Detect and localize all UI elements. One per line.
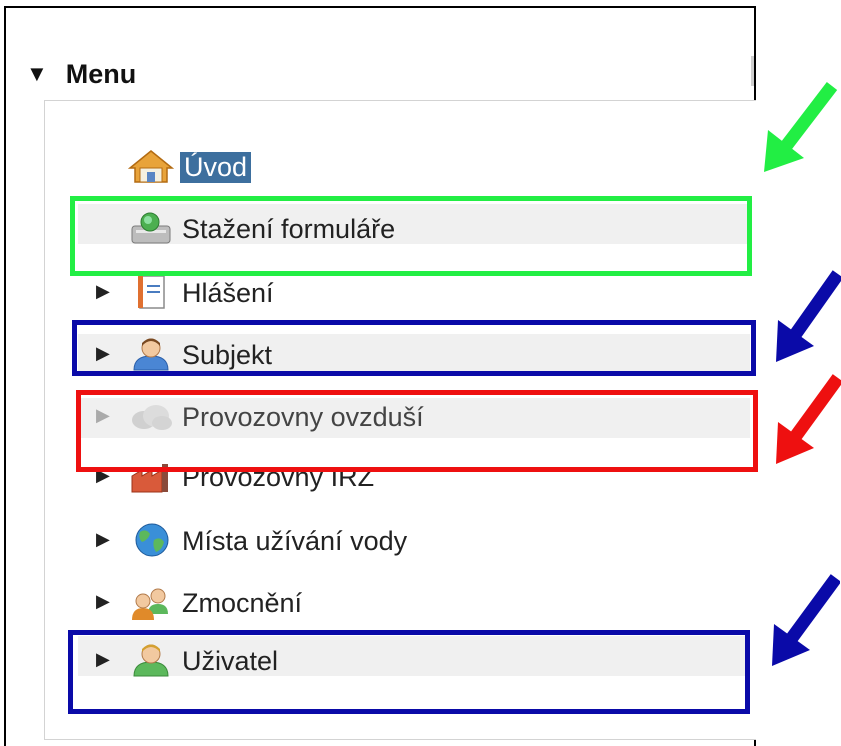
scroll-edge — [751, 56, 754, 86]
menu-item-label: Úvod — [180, 152, 252, 183]
notebook-icon — [138, 275, 165, 309]
highlight-box-green — [70, 196, 752, 276]
arrow-red-icon — [776, 374, 841, 464]
menu-item-label: Místa užívání vody — [182, 526, 408, 556]
triangle-right-icon[interactable]: ▶ — [96, 529, 118, 550]
highlight-box-blue — [72, 320, 756, 376]
menu-item-label: Hlášení — [182, 278, 274, 308]
home-icon — [128, 150, 174, 183]
people-icon — [132, 588, 168, 620]
triangle-right-icon[interactable]: ▶ — [96, 281, 118, 302]
arrow-green-icon — [764, 82, 838, 172]
menu-title: Menu — [65, 58, 137, 89]
arrow-blue-icon — [772, 574, 840, 666]
triangle-down-icon[interactable]: ▼ — [26, 63, 48, 85]
highlight-box-red — [76, 390, 758, 472]
triangle-right-icon[interactable]: ▶ — [96, 591, 118, 612]
highlight-box-blue — [68, 630, 750, 714]
menu-header[interactable]: ▼ Menu — [26, 54, 136, 94]
arrow-blue-icon — [776, 270, 841, 362]
globe-icon — [135, 523, 169, 557]
menu-item-label: Zmocnění — [182, 588, 303, 618]
